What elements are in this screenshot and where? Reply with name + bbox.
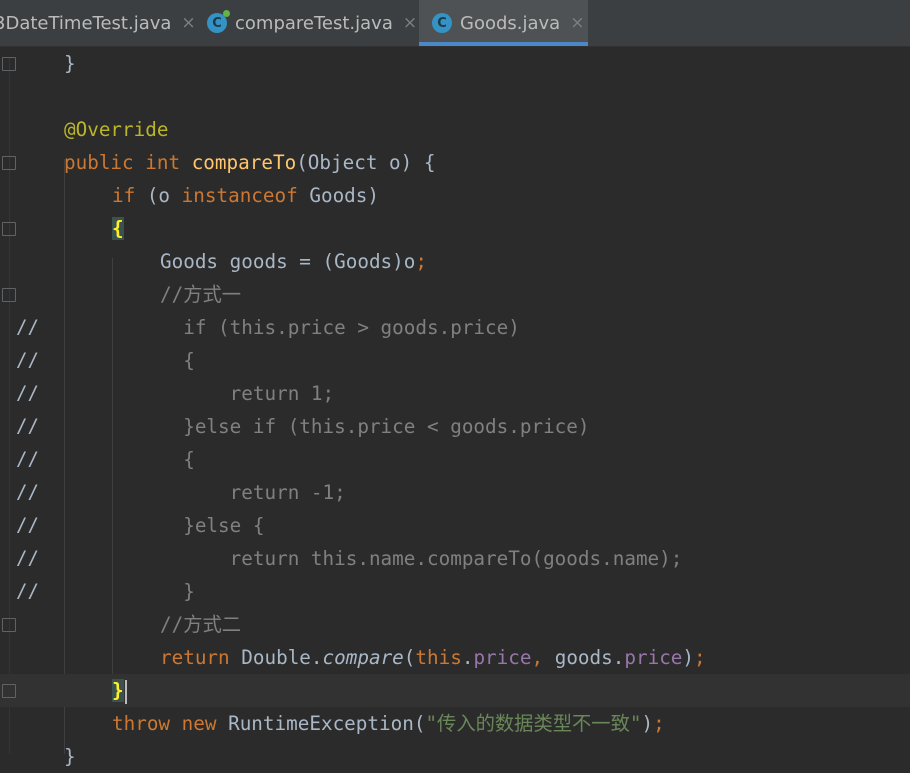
code-editor[interactable]: } @Override public int compareTo(Object … (0, 47, 910, 768)
commented-line: // { (16, 448, 195, 471)
code-line: @Override (64, 118, 169, 141)
fold-marker-icon[interactable] (2, 156, 16, 170)
tab-label: compareTest.java (235, 12, 393, 34)
code-line: //方式二 (0, 608, 910, 641)
fold-marker-icon[interactable] (2, 57, 16, 71)
code-line: //方式一 (0, 278, 910, 311)
matched-brace: { (112, 217, 124, 240)
close-tab-icon[interactable]: × (403, 13, 417, 33)
code-line: public int compareTo(Object o) { (0, 146, 910, 179)
tab-datetimetest[interactable]: 3DateTimeTest.java × (0, 0, 196, 46)
close-tab-icon[interactable]: × (181, 13, 195, 33)
text-cursor (124, 679, 127, 704)
fold-marker-icon[interactable] (2, 684, 16, 698)
commented-line: // }else if (this.price < goods.price) (16, 415, 590, 438)
close-tab-icon[interactable]: × (570, 13, 584, 33)
tab-comparetest[interactable]: C compareTest.java × (207, 0, 417, 46)
code-line: { (0, 212, 910, 245)
code-line: if (o instanceof Goods) (112, 184, 380, 207)
commented-line: // return 1; (16, 382, 335, 405)
code-line: } (0, 47, 910, 80)
fold-marker-icon[interactable] (2, 288, 16, 302)
editor-tab-bar: 3DateTimeTest.java × C compareTest.java … (0, 0, 910, 47)
java-class-icon: C (207, 10, 230, 33)
commented-line: // if (this.price > goods.price) (16, 316, 520, 339)
commented-line: // return -1; (16, 481, 346, 504)
modified-indicator-icon (223, 10, 230, 17)
matched-brace: } (112, 679, 124, 702)
code-line: } (64, 745, 76, 768)
commented-line: // { (16, 349, 195, 372)
tab-goods[interactable]: C Goods.java × (419, 0, 588, 46)
tab-label: 3DateTimeTest.java (0, 12, 172, 34)
fold-marker-icon[interactable] (2, 618, 16, 632)
code-line: throw new RuntimeException("传入的数据类型不一致")… (112, 712, 665, 735)
commented-line: // return this.name.compareTo(goods.name… (16, 547, 683, 570)
commented-line: // }else { (16, 514, 265, 537)
code-line: Goods goods = (Goods)o; (160, 250, 427, 273)
code-line: return Double.compare(this.price, goods.… (160, 646, 706, 669)
commented-line: // } (16, 580, 195, 603)
fold-marker-icon[interactable] (2, 222, 16, 236)
current-line: } (0, 674, 910, 707)
tab-label: Goods.java (460, 12, 561, 34)
java-class-icon: C (432, 13, 452, 33)
